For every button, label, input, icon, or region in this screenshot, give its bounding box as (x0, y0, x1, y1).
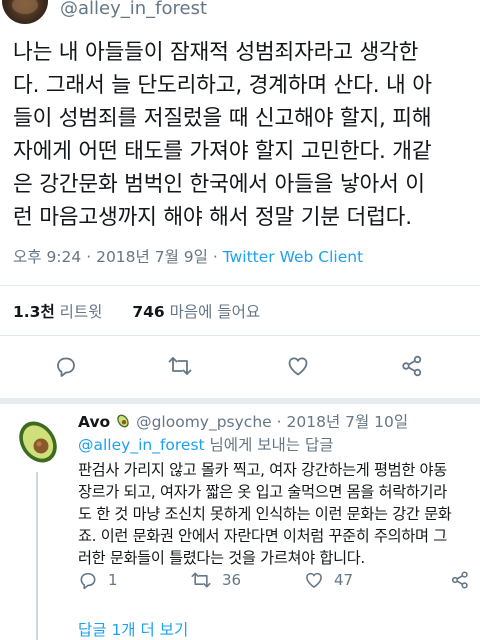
retweet-label: 리트윗 (59, 303, 103, 321)
divider (0, 285, 480, 286)
like-button[interactable] (278, 346, 318, 386)
tweet-meta: 오후 9:24 · 2018년 7월 9일 · Twitter Web Clie… (13, 245, 363, 267)
reply-author-handle[interactable]: @gloomy_psyche (136, 413, 272, 431)
avocado-icon (19, 421, 57, 463)
tweet-text: 나는 내 아들들이 잠재적 성범죄자라고 생각한 다. 그래서 늘 단도리하고,… (13, 40, 432, 230)
reply-reply-count: 1 (108, 571, 118, 589)
heart-icon (288, 357, 308, 376)
reply-like-button[interactable]: 47 (304, 570, 353, 590)
like-label: 마음에 들어요 (169, 303, 261, 321)
reply-retweet-count: 36 (222, 571, 242, 589)
reply-date[interactable]: 2018년 7월 10일 (287, 413, 409, 431)
divider (0, 335, 480, 336)
tweet-client[interactable]: Twitter Web Client (223, 248, 363, 266)
share-button[interactable] (392, 346, 432, 386)
reply-button[interactable] (46, 346, 86, 386)
retweet-icon (168, 357, 192, 375)
tweet-date[interactable]: 2018년 7월 9일 (96, 248, 208, 266)
reply-action-bar: 1 36 47 (78, 570, 478, 596)
retweet-button[interactable] (160, 346, 200, 386)
replying-to: @alley_in_forest 님에게 보내는 답글 (78, 433, 334, 455)
reply-reply-button[interactable]: 1 (78, 570, 118, 590)
section-divider (0, 398, 480, 404)
replying-to-label: 님에게 보내는 답글 (204, 436, 334, 454)
retweet-count: 1.3천 (13, 303, 55, 321)
reply-like-count: 47 (334, 571, 354, 589)
reply-icon (57, 357, 75, 377)
reply-icon (80, 572, 96, 590)
reply-header: Avo @gloomy_psyche · 2018년 7월 10일 (78, 410, 408, 432)
author-handle[interactable]: @alley_in_forest (60, 0, 207, 19)
tweet-stats: 1.3천 리트윗 746 마음에 들어요 (13, 300, 260, 322)
tweet-action-bar (0, 346, 480, 390)
reply-retweet-button[interactable]: 36 (190, 570, 241, 590)
reply-avatar[interactable] (10, 410, 68, 468)
share-icon (402, 355, 422, 377)
author-avatar[interactable] (2, 0, 48, 24)
meta-separator: · (276, 413, 282, 431)
like-stat[interactable]: 746 마음에 들어요 (132, 303, 260, 321)
thread-line (36, 472, 38, 640)
reply-text: 판검사 가리지 않고 몰카 찍고, 여자 강간하는게 평범한 야동 장르가 되고… (78, 461, 452, 567)
share-icon (451, 571, 468, 589)
show-more-replies-link[interactable]: 답글 1개 더 보기 (78, 618, 188, 640)
retweet-stat[interactable]: 1.3천 리트윗 (13, 303, 102, 321)
like-count: 746 (132, 303, 165, 321)
retweet-icon (191, 572, 211, 588)
tweet-time[interactable]: 오후 9:24 (13, 248, 81, 266)
avocado-icon (117, 414, 129, 428)
reply-author-name[interactable]: Avo (78, 413, 110, 431)
heart-icon (306, 572, 322, 588)
mention-link[interactable]: @alley_in_forest (78, 436, 205, 454)
reply-share-button[interactable] (450, 570, 470, 590)
